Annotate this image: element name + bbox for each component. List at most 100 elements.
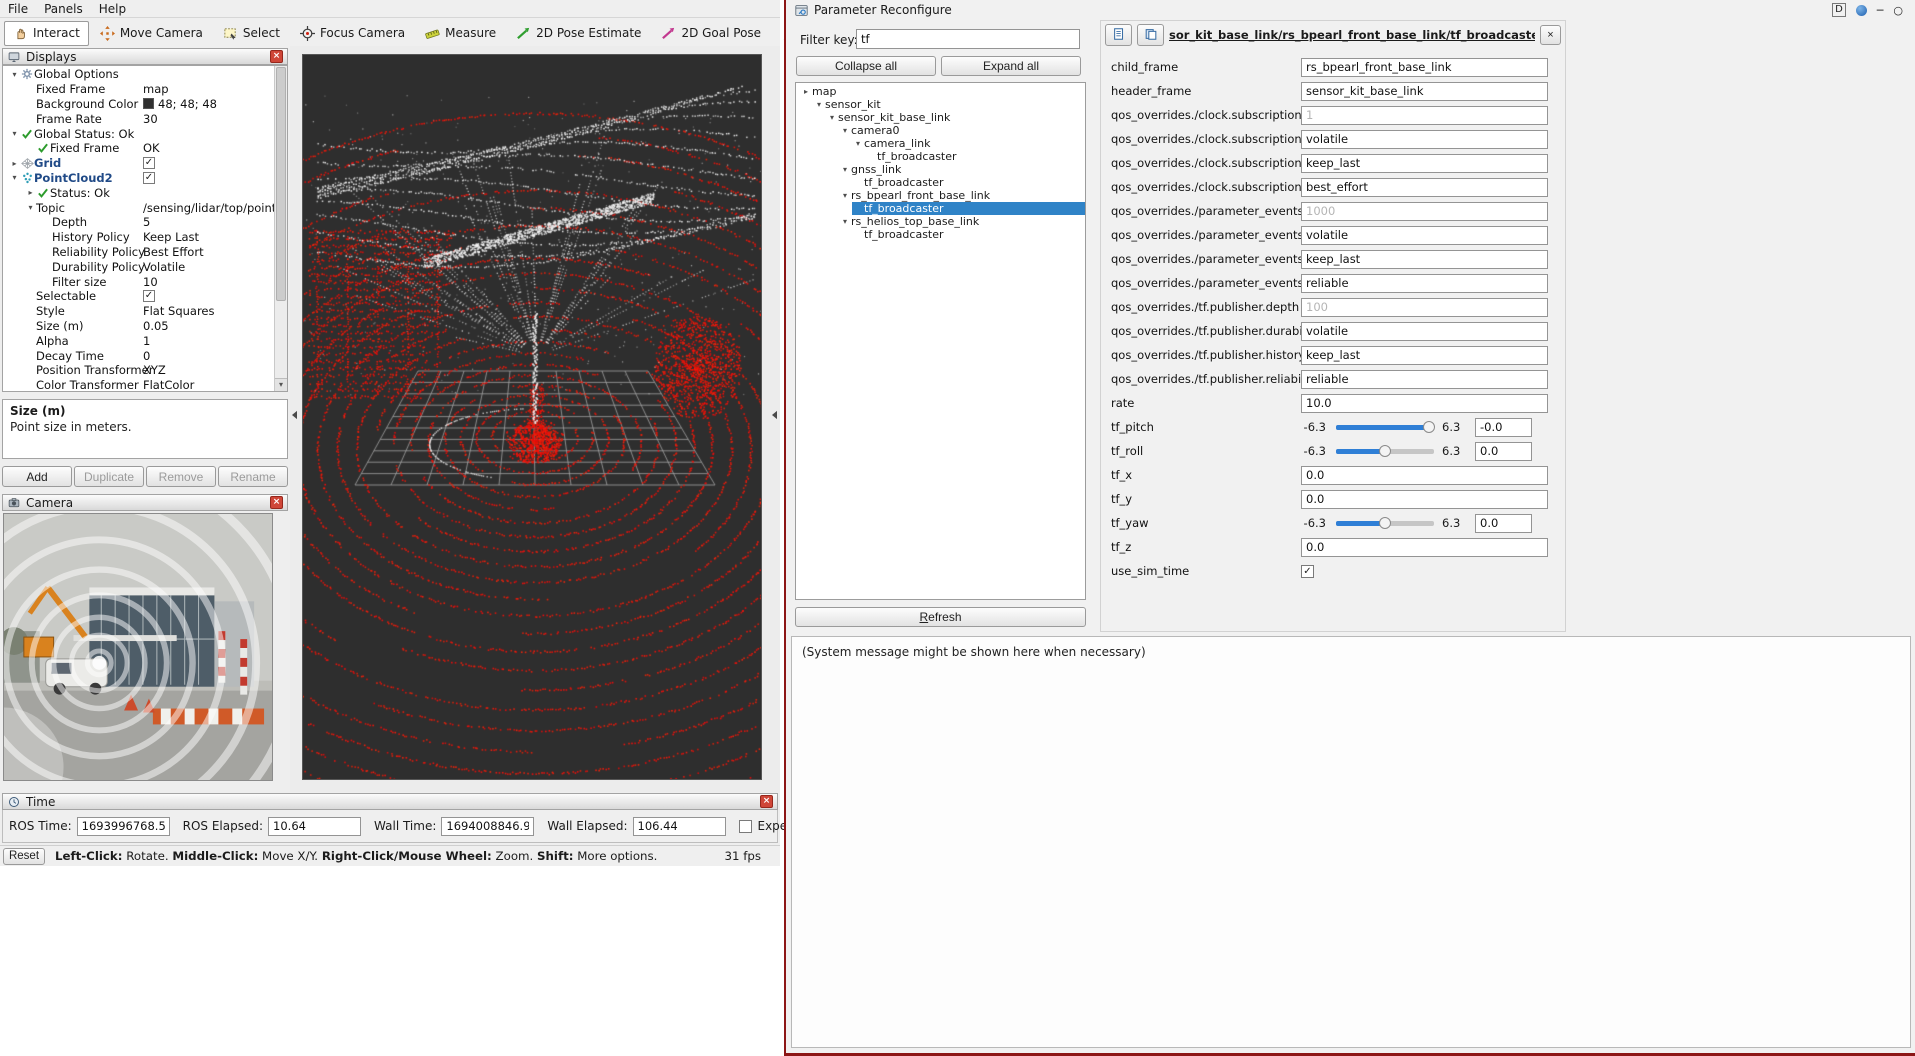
- node-tree-item[interactable]: tf_broadcaster: [796, 202, 1085, 215]
- displays-tree-row[interactable]: Size (m)0.05: [3, 319, 287, 334]
- node-tree-item[interactable]: ▾rs_bpearl_front_base_link: [796, 189, 1085, 202]
- node-tree-item[interactable]: tf_broadcaster: [796, 150, 1085, 163]
- param-value-input[interactable]: [1301, 58, 1548, 77]
- node-tree-item[interactable]: tf_broadcaster: [796, 176, 1085, 189]
- node-tree-item[interactable]: ▾gnss_link: [796, 163, 1085, 176]
- tool-2d-pose-estimate[interactable]: 2D Pose Estimate: [507, 21, 650, 46]
- property-value[interactable]: ✓: [143, 172, 155, 184]
- param-slider[interactable]: [1336, 449, 1434, 454]
- property-value[interactable]: Volatile: [143, 260, 185, 274]
- property-value[interactable]: 48; 48; 48: [143, 97, 217, 111]
- displays-tree-row[interactable]: Decay Time0: [3, 348, 287, 363]
- displays-tree-row[interactable]: Fixed FrameOK: [3, 141, 287, 156]
- node-tree-item-body[interactable]: ▾rs_bpearl_front_base_link: [839, 189, 1085, 202]
- close-camera-button[interactable]: ×: [270, 496, 283, 509]
- collapse-left-panel-handle[interactable]: [290, 407, 299, 423]
- expander-icon[interactable]: ▾: [839, 217, 851, 226]
- displays-tree-row[interactable]: ▾Global Status: Ok: [3, 126, 287, 141]
- displays-tree-row[interactable]: Position TransformerXYZ: [3, 363, 287, 378]
- node-tree-item-body[interactable]: ▾camera0: [839, 124, 1085, 137]
- displays-tree-row[interactable]: ▸Status: Ok: [3, 185, 287, 200]
- displays-tree-row[interactable]: Frame Rate30: [3, 111, 287, 126]
- node-tree-item[interactable]: ▾camera0: [796, 124, 1085, 137]
- param-value-input[interactable]: [1301, 490, 1548, 509]
- property-checkbox[interactable]: ✓: [143, 290, 155, 302]
- property-value[interactable]: Flat Squares: [143, 304, 215, 318]
- param-value-input[interactable]: [1301, 130, 1548, 149]
- node-tree-item-body[interactable]: ▸map: [800, 85, 1085, 98]
- time-field-input[interactable]: [441, 817, 534, 836]
- refresh-button[interactable]: Refresh: [795, 607, 1086, 627]
- property-value[interactable]: FlatColor: [143, 378, 194, 392]
- node-tree-item-body[interactable]: ▾rs_helios_top_base_link: [839, 215, 1085, 228]
- node-tree-item-selected[interactable]: tf_broadcaster: [852, 202, 1085, 215]
- expander-icon[interactable]: ▸: [800, 87, 812, 96]
- property-value[interactable]: 1: [143, 334, 150, 348]
- displays-tree-row[interactable]: History PolicyKeep Last: [3, 230, 287, 245]
- displays-tree-row[interactable]: Filter size10: [3, 274, 287, 289]
- tool-2d-goal-pose[interactable]: 2D Goal Pose: [652, 21, 770, 46]
- expander-icon[interactable]: ▾: [25, 203, 36, 212]
- minimize-button[interactable]: ─: [1877, 4, 1884, 17]
- node-tree[interactable]: ▸map▾sensor_kit▾sensor_kit_base_link▾cam…: [795, 82, 1086, 600]
- property-value[interactable]: OK: [143, 141, 160, 155]
- param-value-input[interactable]: [1301, 274, 1548, 293]
- node-tree-item[interactable]: ▾camera_link: [796, 137, 1085, 150]
- param-value-input[interactable]: [1301, 370, 1548, 389]
- menu-panels[interactable]: Panels: [36, 1, 91, 17]
- displays-tree-row[interactable]: ▸Grid✓: [3, 156, 287, 171]
- node-tree-item-body[interactable]: tf_broadcaster: [852, 176, 1085, 189]
- property-value[interactable]: 5: [143, 215, 150, 229]
- scrollbar-thumb[interactable]: [276, 67, 286, 301]
- param-value-input[interactable]: [1301, 250, 1548, 269]
- property-value[interactable]: 10: [143, 275, 158, 289]
- property-value[interactable]: 30: [143, 112, 158, 126]
- param-value-input[interactable]: [1475, 418, 1532, 437]
- tool-interact[interactable]: Interact: [4, 21, 89, 46]
- slider-handle[interactable]: [1423, 421, 1435, 433]
- slider-handle[interactable]: [1379, 517, 1391, 529]
- experimental-checkbox[interactable]: [739, 820, 752, 833]
- displays-tree-row[interactable]: Color TransformerFlatColor: [3, 378, 287, 392]
- time-panel-titlebar[interactable]: Time ×: [2, 793, 778, 810]
- displays-panel-titlebar[interactable]: Displays ×: [2, 48, 288, 65]
- node-tree-item-body[interactable]: ▾sensor_kit: [813, 98, 1085, 111]
- node-tree-item[interactable]: ▾rs_helios_top_base_link: [796, 215, 1085, 228]
- collapse-right-panel-handle[interactable]: [770, 407, 779, 423]
- dock-button[interactable]: D: [1832, 3, 1846, 17]
- load-params-button[interactable]: [1137, 24, 1164, 46]
- camera-panel-titlebar[interactable]: Camera ×: [2, 494, 288, 511]
- filter-key-input[interactable]: [856, 29, 1080, 49]
- displays-tree-row[interactable]: ▾Topic/sensing/lidar/top/pointcl.: [3, 200, 287, 215]
- node-tree-item-body[interactable]: ▾sensor_kit_base_link: [826, 111, 1085, 124]
- node-tree-item-body[interactable]: ▾gnss_link: [839, 163, 1085, 176]
- expander-icon[interactable]: ▾: [813, 100, 825, 109]
- float-button[interactable]: [1856, 5, 1867, 16]
- time-field-input[interactable]: [633, 817, 726, 836]
- property-value[interactable]: 0: [143, 349, 150, 363]
- node-tree-item[interactable]: ▸map: [796, 85, 1085, 98]
- reset-button[interactable]: Reset: [3, 848, 45, 865]
- pointcloud-canvas[interactable]: [303, 55, 761, 779]
- expander-icon[interactable]: ▸: [25, 188, 36, 197]
- displays-tree-row[interactable]: Fixed Framemap: [3, 82, 287, 97]
- close-displays-button[interactable]: ×: [270, 50, 283, 63]
- node-tree-item[interactable]: ▾sensor_kit_base_link: [796, 111, 1085, 124]
- expander-icon[interactable]: ▾: [839, 191, 851, 200]
- param-checkbox[interactable]: ✓: [1301, 565, 1314, 578]
- param-value-input[interactable]: [1301, 226, 1548, 245]
- menu-file[interactable]: File: [0, 1, 36, 17]
- close-node-button[interactable]: ×: [1540, 25, 1561, 45]
- param-value-input[interactable]: [1301, 178, 1548, 197]
- node-tree-item-body[interactable]: tf_broadcaster: [852, 228, 1085, 241]
- tool-focus-camera[interactable]: Focus Camera: [291, 21, 414, 46]
- tool-measure[interactable]: Measure: [416, 21, 505, 46]
- param-value-input[interactable]: [1301, 82, 1548, 101]
- menu-help[interactable]: Help: [91, 1, 134, 17]
- param-value-input[interactable]: [1301, 394, 1548, 413]
- property-value[interactable]: XYZ: [143, 363, 166, 377]
- param-slider[interactable]: [1336, 425, 1434, 430]
- time-field-input[interactable]: [268, 817, 361, 836]
- property-value[interactable]: ✓: [143, 290, 155, 302]
- property-value[interactable]: 0.05: [143, 319, 169, 333]
